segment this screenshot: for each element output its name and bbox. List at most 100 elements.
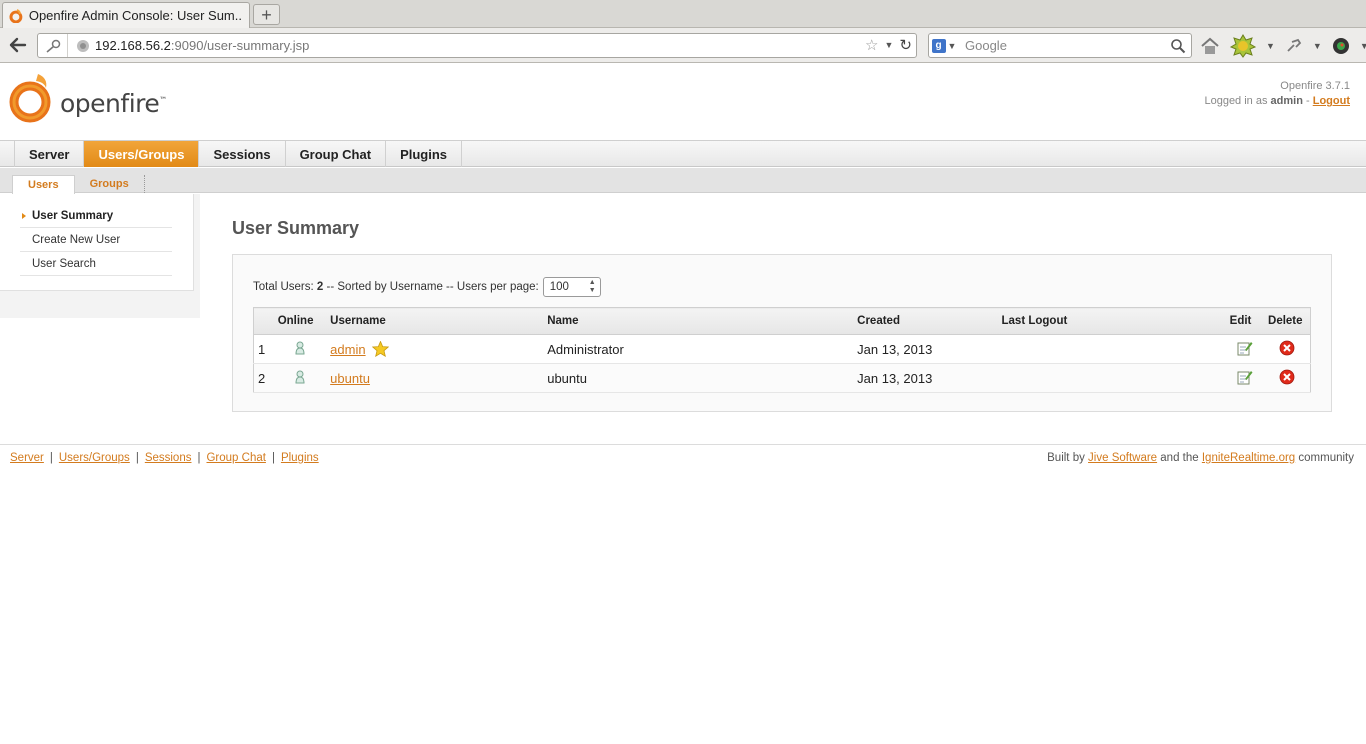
- openfire-flame-icon: [9, 74, 51, 123]
- search-placeholder: Google: [965, 38, 1007, 53]
- online-status: [273, 363, 327, 393]
- footer-link-sessions[interactable]: Sessions: [145, 452, 192, 464]
- delete-icon[interactable]: [1279, 340, 1295, 356]
- sidebar-item-user-search[interactable]: User Search: [20, 252, 172, 276]
- chevron-down-icon: ▼: [947, 40, 957, 51]
- history-dropdown-icon[interactable]: ▼: [885, 40, 894, 50]
- url-path: :9090/user-summary.jsp: [170, 38, 310, 53]
- version-label: Openfire 3.7.1: [1280, 80, 1350, 92]
- user-summary-panel: Total Users: 2 -- Sorted by Username -- …: [232, 254, 1332, 412]
- tab-plugins[interactable]: Plugins: [386, 141, 463, 167]
- url-host: 192.168.56.2: [95, 38, 171, 53]
- browser-tab-title: Openfire Admin Console: User Sum...: [28, 8, 243, 23]
- total-users-count: 2: [316, 281, 324, 293]
- extension-badge-icon[interactable]: [1230, 33, 1256, 58]
- tab-users-groups[interactable]: Users/Groups: [84, 141, 200, 167]
- col-edit: Edit: [1225, 307, 1265, 335]
- tools-dropdown-icon[interactable]: ▼: [1313, 41, 1322, 51]
- search-bar[interactable]: g ▼ Google: [928, 33, 1192, 58]
- tab-sessions[interactable]: Sessions: [199, 141, 286, 167]
- ignite-realtime-link[interactable]: IgniteRealtime.org: [1202, 452, 1295, 464]
- col-last-logout: Last Logout: [997, 307, 1226, 335]
- browser-navbar: 192.168.56.2:9090/user-summary.jsp ☆ ▼ ↻…: [0, 28, 1366, 63]
- footer-link-server[interactable]: Server: [10, 452, 44, 464]
- edit-cell: [1225, 334, 1265, 364]
- tools-icon[interactable]: [1285, 38, 1303, 54]
- user-offline-icon: [295, 341, 305, 354]
- username-cell: ubuntu: [326, 363, 544, 393]
- footer-link-plugins[interactable]: Plugins: [281, 452, 319, 464]
- summary-line: Total Users: 2 -- Sorted by Username -- …: [253, 277, 601, 297]
- spinner-arrows-icon: ▲ ▼: [588, 279, 596, 294]
- table-row: 2 ubuntu ubuntu Jan 13, 2013: [253, 363, 1311, 393]
- site-identity-button[interactable]: [38, 34, 68, 57]
- active-arrow-icon: [22, 213, 26, 219]
- search-engine-selector[interactable]: g ▼: [929, 38, 959, 53]
- edit-icon[interactable]: [1237, 340, 1253, 356]
- last-logout-cell: [997, 334, 1226, 364]
- col-username: Username: [326, 307, 544, 335]
- col-created: Created: [853, 307, 998, 335]
- footer-link-group-chat[interactable]: Group Chat: [206, 452, 265, 464]
- bookmark-star-icon[interactable]: ☆: [865, 36, 878, 54]
- browser-tab-active[interactable]: Openfire Admin Console: User Sum...: [2, 2, 250, 28]
- google-icon: g: [931, 38, 946, 53]
- back-button[interactable]: [6, 34, 30, 56]
- sub-nav-tabs: Users Groups: [0, 168, 1366, 194]
- logged-in-username: admin: [1270, 95, 1303, 107]
- admin-star-icon: [372, 340, 390, 358]
- openfire-favicon-icon: [9, 8, 23, 23]
- addon-dropdown-icon[interactable]: ▼: [1360, 41, 1366, 51]
- subtab-groups[interactable]: Groups: [75, 175, 145, 193]
- delete-cell: [1264, 363, 1311, 393]
- built-by-credit: Built by Jive Software and the IgniteRea…: [1047, 452, 1354, 464]
- table-row: 1 admin Administrator Jan 13, 2013: [253, 334, 1311, 364]
- search-icon[interactable]: [1170, 38, 1186, 54]
- jive-software-link[interactable]: Jive Software: [1088, 452, 1157, 464]
- globe-icon: [77, 39, 89, 52]
- user-table: Online Username Name Created Last Logout…: [253, 307, 1311, 393]
- username-link[interactable]: admin: [330, 342, 365, 357]
- name-cell: ubuntu: [543, 363, 854, 393]
- tab-server[interactable]: Server: [15, 141, 85, 167]
- url-text[interactable]: 192.168.56.2:9090/user-summary.jsp: [95, 38, 309, 53]
- page-title: User Summary: [232, 218, 360, 238]
- row-number: 2: [253, 363, 274, 393]
- main-nav-tabs: Server Users/Groups Sessions Group Chat …: [0, 140, 1366, 167]
- openfire-wordmark: openfire™: [60, 89, 167, 118]
- last-logout-cell: [997, 363, 1226, 393]
- col-number: [253, 307, 274, 335]
- subtab-users[interactable]: Users: [12, 175, 75, 194]
- col-delete: Delete: [1264, 307, 1311, 335]
- users-per-page-select[interactable]: 100 ▲ ▼: [542, 277, 601, 297]
- reload-icon[interactable]: ↻: [899, 36, 912, 54]
- home-icon[interactable]: [1200, 37, 1220, 55]
- name-cell: Administrator: [543, 334, 854, 364]
- new-tab-button[interactable]: +: [253, 4, 280, 25]
- extension-dropdown-icon[interactable]: ▼: [1266, 41, 1275, 51]
- created-cell: Jan 13, 2013: [853, 334, 998, 364]
- edit-icon[interactable]: [1237, 369, 1253, 385]
- online-status: [273, 334, 327, 364]
- footer-link-users-groups[interactable]: Users/Groups: [59, 452, 130, 464]
- addon-icon[interactable]: [1332, 37, 1350, 55]
- sidebar-item-user-summary[interactable]: User Summary: [20, 204, 172, 228]
- sidebar: User Summary Create New User User Search: [0, 194, 200, 318]
- tab-group-chat[interactable]: Group Chat: [286, 141, 387, 167]
- login-info: Logged in as admin - Logout: [1204, 95, 1350, 107]
- delete-icon[interactable]: [1279, 369, 1295, 385]
- url-bar[interactable]: 192.168.56.2:9090/user-summary.jsp ☆ ▼ ↻: [37, 33, 917, 58]
- back-arrow-icon: [9, 37, 27, 53]
- username-cell: admin: [326, 334, 544, 364]
- footer: Server | Users/Groups | Sessions | Group Chat |…: [0, 444, 1366, 470]
- table-header-row: Online Username Name Created Last Logout…: [253, 307, 1311, 335]
- delete-cell: [1264, 334, 1311, 364]
- row-number: 1: [253, 334, 274, 364]
- user-offline-icon: [295, 370, 305, 383]
- logout-link[interactable]: Logout: [1313, 95, 1350, 107]
- openfire-logo[interactable]: openfire™: [8, 72, 167, 124]
- browser-tab-strip: Openfire Admin Console: User Sum... +: [0, 0, 1366, 28]
- sidebar-item-create-new-user[interactable]: Create New User: [20, 228, 172, 252]
- username-link[interactable]: ubuntu: [330, 371, 370, 386]
- created-cell: Jan 13, 2013: [853, 363, 998, 393]
